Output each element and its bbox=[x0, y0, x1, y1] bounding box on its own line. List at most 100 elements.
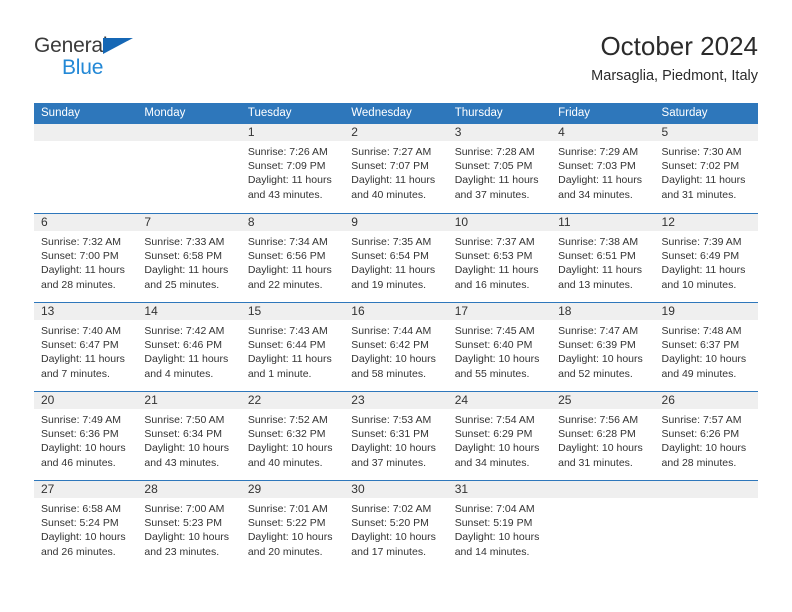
day-number: 10 bbox=[447, 214, 552, 231]
day-detail-line: Sunset: 6:32 PM bbox=[247, 428, 326, 441]
day-detail-line: and 20 minutes. bbox=[247, 545, 323, 558]
day-cell-25[interactable]: 25 Sunrise: 7:56 AM Sunset: 6:28 PM Dayligh… bbox=[551, 392, 655, 480]
day-cell-27[interactable]: 27 Sunrise: 6:58 AM Sunset: 5:24 PM Dayligh… bbox=[34, 481, 138, 569]
day-number: 22 bbox=[240, 392, 345, 409]
day-number: 30 bbox=[344, 481, 448, 498]
day-number: 21 bbox=[137, 392, 241, 409]
day-cell-9[interactable]: 9 Sunrise: 7:35 AM Sunset: 6:54 PM Daylight… bbox=[344, 214, 448, 302]
day-detail-line: Sunset: 6:47 PM bbox=[41, 339, 119, 352]
day-detail-line: Sunrise: 7:48 AM bbox=[661, 325, 742, 337]
day-number: 1 bbox=[240, 124, 345, 141]
day-cell-18[interactable]: 18 Sunrise: 7:47 AM Sunset: 6:39 PM Dayligh… bbox=[551, 303, 655, 391]
day-detail-line: and 10 minutes. bbox=[661, 278, 737, 291]
day-cell-5[interactable]: 5 Sunrise: 7:30 AM Sunset: 7:02 PM Daylight… bbox=[654, 124, 758, 213]
day-detail-line: Daylight: 10 hours bbox=[454, 442, 540, 455]
day-cell-7[interactable]: 7 Sunrise: 7:33 AM Sunset: 6:58 PM Daylight… bbox=[137, 214, 241, 302]
day-number bbox=[654, 481, 758, 498]
day-details: Sunrise: 7:40 AM Sunset: 6:47 PM Daylight:… bbox=[34, 320, 137, 381]
day-cell-15[interactable]: 15 Sunrise: 7:43 AM Sunset: 6:44 PM Dayligh… bbox=[240, 303, 345, 391]
day-detail-line: Sunset: 6:46 PM bbox=[144, 339, 223, 352]
day-number: 6 bbox=[34, 214, 138, 231]
day-detail-line: Sunrise: 7:33 AM bbox=[144, 236, 225, 248]
day-number: 23 bbox=[344, 392, 448, 409]
day-cell-11[interactable]: 11 Sunrise: 7:38 AM Sunset: 6:51 PM Dayligh… bbox=[551, 214, 655, 302]
day-detail-line: Sunset: 6:51 PM bbox=[558, 250, 636, 263]
day-detail-line: Sunset: 6:58 PM bbox=[144, 250, 223, 263]
weekday-header-sunday: Sunday bbox=[41, 107, 81, 119]
day-cell-22[interactable]: 22 Sunrise: 7:52 AM Sunset: 6:32 PM Dayligh… bbox=[240, 392, 345, 480]
day-detail-line: Daylight: 11 hours bbox=[558, 264, 642, 277]
day-number bbox=[34, 124, 138, 141]
day-detail-line: Sunrise: 7:27 AM bbox=[351, 146, 432, 158]
day-cell-28[interactable]: 28 Sunrise: 7:00 AM Sunset: 5:23 PM Dayligh… bbox=[137, 481, 241, 569]
day-detail-line: Daylight: 11 hours bbox=[41, 353, 125, 366]
weekday-header-tuesday: Tuesday bbox=[247, 107, 292, 119]
day-cell-10[interactable]: 10 Sunrise: 7:37 AM Sunset: 6:53 PM Dayligh… bbox=[447, 214, 552, 302]
day-details: Sunrise: 7:34 AM Sunset: 6:56 PM Daylight:… bbox=[241, 231, 344, 292]
day-cell-2[interactable]: 2 Sunrise: 7:27 AM Sunset: 7:07 PM Daylight… bbox=[344, 124, 448, 213]
day-number: 31 bbox=[447, 481, 552, 498]
day-detail-line: and 19 minutes. bbox=[351, 278, 426, 291]
general-blue-logo[interactable]: General Blue bbox=[34, 34, 234, 86]
day-detail-line: and 58 minutes. bbox=[351, 367, 426, 380]
day-number: 4 bbox=[551, 124, 655, 141]
day-cell-26[interactable]: 26 Sunrise: 7:57 AM Sunset: 6:26 PM Dayligh… bbox=[654, 392, 758, 480]
day-cell-14[interactable]: 14 Sunrise: 7:42 AM Sunset: 6:46 PM Dayligh… bbox=[137, 303, 241, 391]
day-detail-line: Daylight: 10 hours bbox=[661, 353, 747, 366]
page-title: October 2024 bbox=[600, 31, 758, 61]
day-cell-8[interactable]: 8 Sunrise: 7:34 AM Sunset: 6:56 PM Daylight… bbox=[240, 214, 345, 302]
day-details: Sunrise: 6:58 AM Sunset: 5:24 PM Daylight:… bbox=[34, 498, 137, 559]
day-cell-12[interactable]: 12 Sunrise: 7:39 AM Sunset: 6:49 PM Dayligh… bbox=[654, 214, 758, 302]
logo-top-row: General bbox=[34, 34, 234, 58]
day-cell-1[interactable]: 1 Sunrise: 7:26 AM Sunset: 7:09 PM Daylight… bbox=[240, 124, 345, 213]
day-detail-line: Daylight: 11 hours bbox=[351, 264, 436, 277]
day-detail-line: Sunrise: 7:01 AM bbox=[247, 503, 328, 515]
day-number: 2 bbox=[344, 124, 448, 141]
day-detail-line: Sunrise: 7:43 AM bbox=[247, 325, 328, 337]
day-cell-29[interactable]: 29 Sunrise: 7:01 AM Sunset: 5:22 PM Dayligh… bbox=[240, 481, 345, 569]
day-detail-line: Daylight: 10 hours bbox=[144, 442, 230, 455]
day-cell-23[interactable]: 23 Sunrise: 7:53 AM Sunset: 6:31 PM Dayligh… bbox=[344, 392, 448, 480]
day-detail-line: and 14 minutes. bbox=[454, 545, 530, 558]
day-details: Sunrise: 7:39 AM Sunset: 6:49 PM Daylight:… bbox=[655, 231, 758, 292]
day-cell-21[interactable]: 21 Sunrise: 7:50 AM Sunset: 6:34 PM Dayligh… bbox=[137, 392, 241, 480]
day-cell-16[interactable]: 16 Sunrise: 7:44 AM Sunset: 6:42 PM Dayligh… bbox=[344, 303, 448, 391]
day-cell-30[interactable]: 30 Sunrise: 7:02 AM Sunset: 5:20 PM Dayligh… bbox=[344, 481, 448, 569]
day-cell-empty bbox=[34, 124, 138, 213]
calendar-week-row: 20 Sunrise: 7:49 AM Sunset: 6:36 PM Dayligh… bbox=[34, 391, 758, 480]
day-number: 27 bbox=[34, 481, 138, 498]
day-detail-line: Daylight: 10 hours bbox=[247, 531, 333, 544]
day-details: Sunrise: 7:01 AM Sunset: 5:22 PM Daylight:… bbox=[241, 498, 344, 559]
day-detail-line: Daylight: 11 hours bbox=[144, 264, 229, 277]
day-detail-line: Sunrise: 7:02 AM bbox=[351, 503, 432, 515]
day-number: 26 bbox=[654, 392, 758, 409]
day-cell-6[interactable]: 6 Sunrise: 7:32 AM Sunset: 7:00 PM Daylight… bbox=[34, 214, 138, 302]
day-cell-3[interactable]: 3 Sunrise: 7:28 AM Sunset: 7:05 PM Daylight… bbox=[447, 124, 552, 213]
day-cell-31[interactable]: 31 Sunrise: 7:04 AM Sunset: 5:19 PM Dayligh… bbox=[447, 481, 552, 569]
day-details: Sunrise: 7:33 AM Sunset: 6:58 PM Daylight:… bbox=[137, 231, 240, 292]
day-detail-line: Daylight: 11 hours bbox=[41, 264, 125, 277]
day-detail-line: and 46 minutes. bbox=[41, 456, 116, 469]
day-detail-line: Daylight: 11 hours bbox=[247, 264, 332, 277]
day-cell-4[interactable]: 4 Sunrise: 7:29 AM Sunset: 7:03 PM Daylight… bbox=[551, 124, 655, 213]
day-cell-17[interactable]: 17 Sunrise: 7:45 AM Sunset: 6:40 PM Dayligh… bbox=[447, 303, 552, 391]
day-detail-line: Daylight: 10 hours bbox=[351, 531, 436, 544]
day-detail-line: Sunrise: 7:28 AM bbox=[454, 146, 535, 158]
day-number: 7 bbox=[137, 214, 241, 231]
day-details: Sunrise: 7:44 AM Sunset: 6:42 PM Daylight:… bbox=[344, 320, 447, 381]
weekday-header-row: Sunday Monday Tuesday Wednesday Thursday Frid… bbox=[34, 103, 758, 124]
day-number: 5 bbox=[654, 124, 758, 141]
day-detail-line: Sunset: 6:28 PM bbox=[558, 428, 636, 441]
day-detail-line: Sunset: 6:37 PM bbox=[661, 339, 740, 352]
day-detail-line: Sunrise: 7:57 AM bbox=[661, 414, 742, 426]
day-detail-line: Sunset: 5:23 PM bbox=[144, 517, 223, 530]
day-cell-19[interactable]: 19 Sunrise: 7:48 AM Sunset: 6:37 PM Dayligh… bbox=[654, 303, 758, 391]
day-cell-20[interactable]: 20 Sunrise: 7:49 AM Sunset: 6:36 PM Dayligh… bbox=[34, 392, 138, 480]
day-detail-line: Sunset: 6:54 PM bbox=[351, 250, 429, 263]
day-cell-13[interactable]: 13 Sunrise: 7:40 AM Sunset: 6:47 PM Dayligh… bbox=[34, 303, 138, 391]
day-cell-24[interactable]: 24 Sunrise: 7:54 AM Sunset: 6:29 PM Dayligh… bbox=[447, 392, 552, 480]
day-detail-line: and 22 minutes. bbox=[247, 278, 323, 291]
day-details: Sunrise: 7:32 AM Sunset: 7:00 PM Daylight:… bbox=[34, 231, 137, 292]
day-detail-line: Sunset: 5:22 PM bbox=[247, 517, 326, 530]
day-details: Sunrise: 7:28 AM Sunset: 7:05 PM Daylight:… bbox=[448, 141, 551, 202]
